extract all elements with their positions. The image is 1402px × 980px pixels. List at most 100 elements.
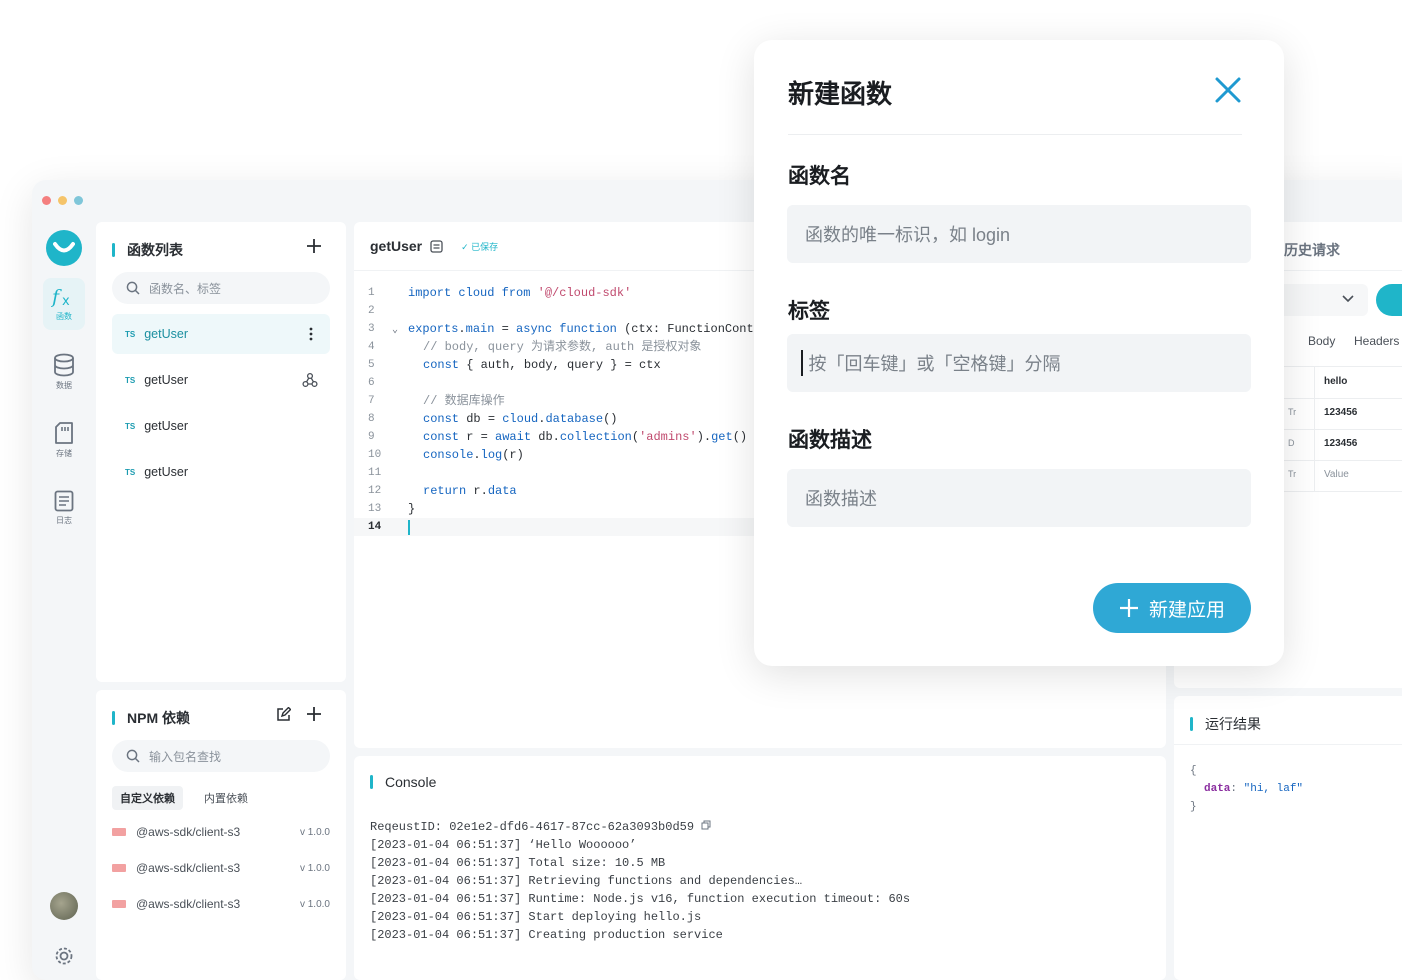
- edit-icon[interactable]: [276, 707, 291, 722]
- table-cell[interactable]: 123456: [1324, 407, 1357, 418]
- code-line: import cloud from '@/cloud-sdk': [408, 286, 632, 300]
- line-number: 3: [368, 323, 375, 335]
- table-cell[interactable]: Value: [1324, 469, 1349, 480]
- function-name: getUser: [144, 373, 189, 387]
- npm-title: NPM 依赖: [112, 708, 190, 728]
- function-item[interactable]: TS getUser: [112, 314, 330, 354]
- fold-chevron-icon[interactable]: ⌄: [392, 322, 398, 340]
- code-line: exports.main = async function (ctx: Func…: [408, 322, 797, 336]
- line-number: 4: [368, 341, 375, 353]
- tab-builtin-deps[interactable]: 内置依赖: [204, 786, 248, 810]
- close-icon[interactable]: [1214, 76, 1242, 104]
- dependency-item[interactable]: @aws-sdk/client-s3 v 1.0.0: [112, 822, 330, 842]
- tab-body[interactable]: Body: [1308, 334, 1335, 348]
- history-requests[interactable]: 历史请求: [1284, 240, 1340, 260]
- code-line: const { auth, body, query } = ctx: [423, 358, 661, 372]
- search-icon: [126, 749, 140, 763]
- add-function-icon[interactable]: [306, 238, 322, 254]
- rail-item-functions[interactable]: fx 函数: [43, 278, 85, 330]
- code-line: return r.data: [423, 484, 517, 498]
- console-line: ReqeustID: 02e1e2-dfd6-4617-87cc-62a3093…: [370, 818, 910, 836]
- rail-item-storage[interactable]: 存储: [43, 414, 85, 466]
- function-item[interactable]: TS getUser: [112, 406, 330, 446]
- rail-item-logs[interactable]: 日志: [43, 482, 85, 534]
- line-number: 6: [368, 377, 375, 389]
- editor-filename: getUser: [370, 238, 423, 254]
- dependency-name: @aws-sdk/client-s3: [136, 825, 241, 839]
- function-name-input[interactable]: 函数的唯一标识，如 login: [787, 205, 1251, 263]
- table-cell[interactable]: 123456: [1324, 438, 1357, 449]
- code-line: // 数据库操作: [423, 394, 505, 408]
- console-line: [2023-01-04 06:51:37] Retrieving functio…: [370, 874, 803, 888]
- run-button[interactable]: [1376, 284, 1402, 316]
- settings-icon[interactable]: [54, 946, 74, 966]
- add-dependency-icon[interactable]: [306, 706, 322, 722]
- line-number: 10: [368, 449, 382, 461]
- type-badge[interactable]: Tr: [1288, 407, 1296, 417]
- json-value: "hi, laf": [1243, 783, 1304, 795]
- type-badge[interactable]: D: [1288, 438, 1295, 448]
- line-number: 9: [368, 431, 375, 443]
- tab-headers[interactable]: Headers: [1354, 334, 1399, 348]
- app-logo[interactable]: [46, 230, 82, 266]
- table-cell[interactable]: hello: [1324, 376, 1347, 387]
- dependency-item[interactable]: @aws-sdk/client-s3 v 1.0.0: [112, 894, 330, 914]
- function-item[interactable]: TS getUser: [112, 360, 330, 400]
- dependency-item[interactable]: @aws-sdk/client-s3 v 1.0.0: [112, 858, 330, 878]
- line-number: 12: [368, 485, 382, 497]
- json-brace: {: [1190, 765, 1197, 777]
- function-name: getUser: [144, 327, 189, 341]
- npm-icon: [112, 828, 126, 836]
- line-number: 11: [368, 467, 382, 479]
- package-search-input[interactable]: 输入包名查找: [112, 740, 330, 772]
- dependency-version: v 1.0.0: [299, 826, 330, 838]
- more-options-icon[interactable]: [304, 326, 318, 342]
- console-line: [2023-01-04 06:51:37] Start deploying he…: [370, 910, 702, 924]
- create-function-modal: 新建函数 函数名 函数的唯一标识，如 login 标签 按「回车键」或「空格键」…: [754, 40, 1284, 666]
- code-line: // body, query 为请求参数, auth 是授权对象: [423, 340, 702, 354]
- line-number: 1: [368, 287, 375, 299]
- webhook-icon[interactable]: [302, 372, 318, 388]
- function-item[interactable]: TS getUser: [112, 452, 330, 492]
- dependency-version: v 1.0.0: [299, 898, 330, 910]
- file-info-icon[interactable]: [430, 239, 443, 253]
- search-icon: [126, 281, 140, 295]
- rail-item-database[interactable]: 数据: [43, 346, 85, 398]
- rail-label: 数据: [56, 381, 72, 390]
- rail-label: 函数: [56, 312, 72, 321]
- tags-input[interactable]: 按「回车键」或「空格键」分隔: [787, 334, 1251, 392]
- type-badge[interactable]: Tr: [1288, 469, 1296, 479]
- result-panel: 运行结果 { data: "hi, laf" }: [1174, 696, 1402, 980]
- modal-title: 新建函数: [788, 79, 893, 109]
- log-icon: [54, 490, 74, 512]
- tab-custom-deps[interactable]: 自定义依赖: [112, 786, 183, 810]
- modal-divider: [788, 134, 1242, 135]
- svg-text:f: f: [51, 286, 62, 308]
- dependency-name: @aws-sdk/client-s3: [136, 897, 241, 911]
- console-output: ReqeustID: 02e1e2-dfd6-4617-87cc-62a3093…: [370, 818, 910, 944]
- description-input[interactable]: 函数描述: [787, 469, 1251, 527]
- npm-icon: [112, 864, 126, 872]
- result-title: 运行结果: [1190, 714, 1261, 734]
- console-title: Console: [370, 774, 436, 790]
- console-line: [2023-01-04 06:51:37] Runtime: Node.js v…: [370, 892, 911, 906]
- ts-badge: TS: [125, 329, 136, 339]
- function-name: getUser: [144, 465, 189, 479]
- create-button[interactable]: 新建应用: [1093, 583, 1251, 633]
- function-search-input[interactable]: 函数名、标签: [112, 272, 330, 304]
- logo-icon: [53, 242, 75, 253]
- window-controls: [42, 196, 83, 205]
- description-label: 函数描述: [788, 429, 872, 452]
- user-avatar[interactable]: [50, 892, 78, 920]
- storage-icon: [55, 422, 73, 444]
- minimize-dot[interactable]: [58, 196, 67, 205]
- close-dot[interactable]: [42, 196, 51, 205]
- nav-rail: fx 函数 数据 存储 日志: [32, 220, 96, 980]
- maximize-dot[interactable]: [74, 196, 83, 205]
- ts-badge: TS: [125, 467, 136, 477]
- rail-label: 日志: [56, 516, 72, 525]
- text-cursor: [801, 350, 803, 376]
- line-number: 5: [368, 359, 375, 371]
- plus-icon: [1119, 599, 1138, 617]
- copy-icon[interactable]: [701, 820, 711, 830]
